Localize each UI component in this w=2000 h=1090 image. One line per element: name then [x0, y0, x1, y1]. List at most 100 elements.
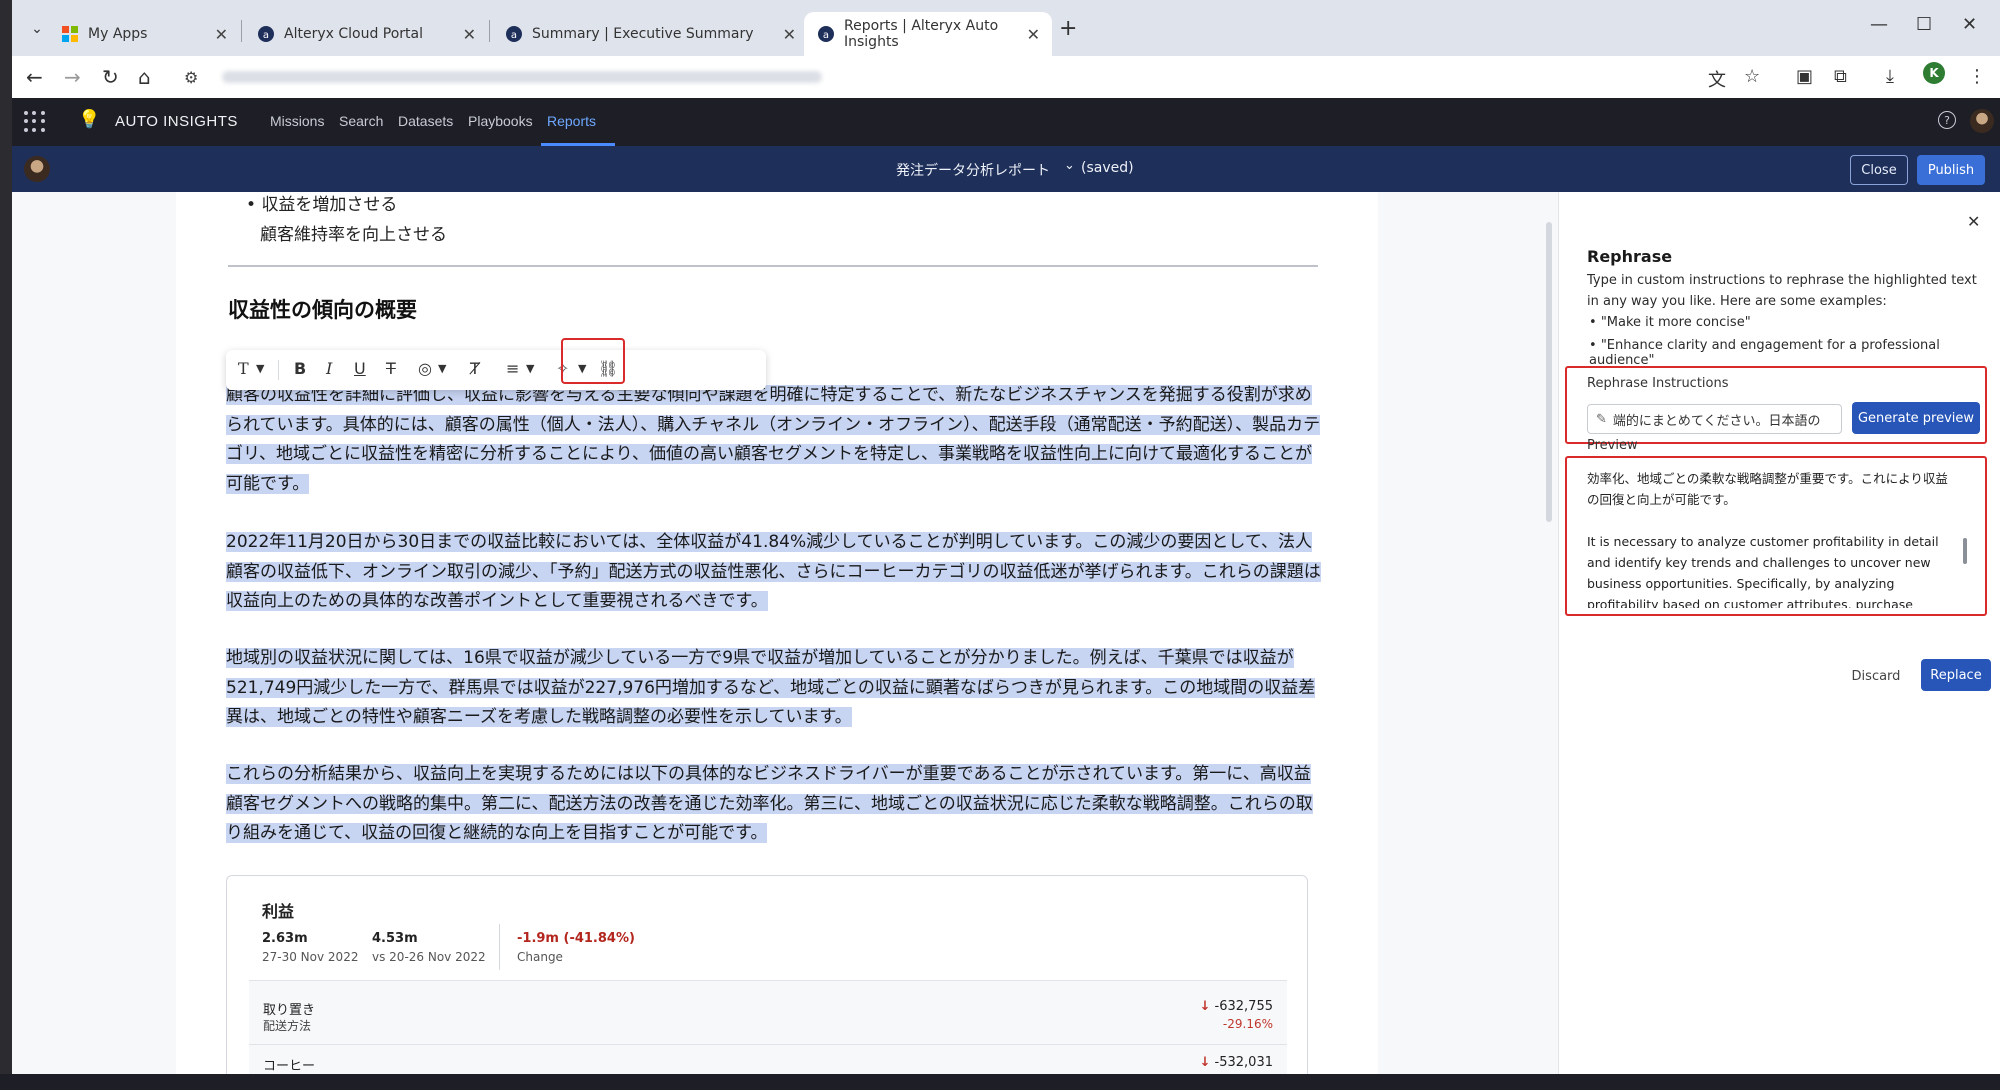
card-title: 利益: [262, 902, 295, 921]
strikethrough-icon[interactable]: T: [386, 359, 396, 378]
alteryx-icon: a: [818, 26, 834, 42]
tab-title: Alteryx Cloud Portal: [284, 26, 424, 42]
minimize-icon[interactable]: —: [1870, 14, 1888, 35]
puzzle-extensions-icon[interactable]: ⧉: [1834, 66, 1847, 87]
tab-separator: [241, 20, 242, 42]
tab-title: Reports | Alteryx Auto Insights: [844, 18, 999, 50]
kebab-menu-icon[interactable]: ⋮: [1968, 66, 1986, 87]
current-kpi: 2.63m 27-30 Nov 2022: [262, 931, 359, 964]
generate-preview-button[interactable]: Generate preview: [1852, 402, 1980, 434]
down-arrow-icon: ↓: [1199, 1055, 1211, 1070]
row-sublabel: 配送方法: [263, 1019, 312, 1033]
browser-tab-alteryx-cloud-portal[interactable]: a Alteryx Cloud Portal ✕: [244, 12, 488, 56]
kpi-divider: [499, 924, 500, 970]
align-icon[interactable]: ≡: [506, 359, 519, 378]
workspace: • 収益を増加させる 顧客維持率を向上させる 収益性の傾向の概要 顧客の収益性を…: [12, 192, 2000, 1090]
chevron-down-icon[interactable]: ⌄: [1064, 158, 1075, 173]
lightbulb-logo-icon: 💡: [78, 109, 101, 130]
tab-title: Summary | Executive Summary: [532, 26, 754, 42]
bold-icon[interactable]: B: [294, 359, 306, 378]
rephrase-panel: ✕ Rephrase Type in custom instructions t…: [1558, 192, 2000, 1074]
nav-search[interactable]: Search: [339, 113, 383, 129]
svg-text:a: a: [823, 30, 829, 41]
forward-arrow-icon[interactable]: →: [64, 65, 81, 89]
row-value: ↓ -532,031: [1199, 1055, 1273, 1070]
new-tab-plus-icon[interactable]: +: [1059, 16, 1077, 41]
down-arrow-icon: ↓: [1199, 999, 1211, 1014]
nav-reports[interactable]: Reports: [547, 113, 596, 129]
profile-avatar[interactable]: K: [1923, 62, 1945, 84]
clear-format-icon[interactable]: Ⱦ: [470, 359, 480, 378]
paragraph-4[interactable]: これらの分析結果から、収益向上を実現するためには以下の具体的なビジネスドライバー…: [226, 760, 1326, 849]
color-palette-icon[interactable]: ◎: [418, 359, 432, 378]
close-panel-icon[interactable]: ✕: [1967, 212, 1980, 231]
toolbar-divider: [278, 360, 279, 380]
browser-tab-my-apps[interactable]: My Apps ✕: [48, 12, 240, 56]
help-icon[interactable]: ?: [1938, 111, 1956, 129]
svg-text:a: a: [511, 30, 517, 41]
previous-kpi: 4.53m vs 20-26 Nov 2022: [372, 931, 486, 964]
ai-rephrase-highlight-box: [561, 338, 625, 384]
underline-icon[interactable]: U: [354, 359, 366, 378]
tab-separator: [489, 20, 490, 42]
save-status: (saved): [1081, 160, 1134, 176]
publish-button[interactable]: Publish: [1917, 155, 1985, 185]
example-item: • "Make it more concise": [1589, 315, 1751, 330]
row-label: コーヒー: [263, 1059, 316, 1074]
italic-icon[interactable]: I: [326, 359, 332, 378]
reload-icon[interactable]: ↻: [102, 65, 119, 89]
tab-title: My Apps: [88, 26, 148, 42]
paragraph-2[interactable]: 2022年11月20日から30日までの収益比較においては、全体収益が41.84%…: [226, 528, 1326, 617]
profit-insight-card[interactable]: 利益 2.63m 27-30 Nov 2022 4.53m vs 20-26 N…: [226, 875, 1308, 1090]
tab-close-icon[interactable]: ✕: [463, 25, 476, 44]
nav-playbooks[interactable]: Playbooks: [468, 113, 533, 129]
browser-tab-reports[interactable]: a Reports | Alteryx Auto Insights ✕: [804, 12, 1052, 56]
bookmark-star-icon[interactable]: ☆: [1744, 66, 1760, 87]
report-document[interactable]: • 収益を増加させる 顧客維持率を向上させる 収益性の傾向の概要 顧客の収益性を…: [176, 192, 1378, 1090]
report-header-bar: 発注データ分析レポート ⌄ (saved) Close Publish: [12, 146, 2000, 192]
download-icon[interactable]: ⤓: [1886, 66, 1894, 87]
edit-pencil-icon: ✎: [1596, 411, 1607, 427]
text-style-icon[interactable]: T: [238, 359, 249, 378]
back-arrow-icon[interactable]: ←: [26, 65, 43, 89]
rephrase-instructions-input[interactable]: ✎ 端的にまとめてください。日本語の: [1587, 404, 1842, 434]
tab-close-icon[interactable]: ✕: [215, 25, 228, 44]
browser-tab-executive-summary[interactable]: a Summary | Executive Summary ✕: [492, 12, 808, 56]
user-avatar[interactable]: [1970, 109, 1994, 133]
instructions-label: Rephrase Instructions: [1587, 376, 1729, 391]
document-scrollbar[interactable]: [1546, 222, 1552, 522]
url-text-blurred: [222, 71, 822, 83]
translate-icon[interactable]: 文: [1708, 66, 1726, 92]
preview-text: 効率化、地域ごとの柔軟な戦略調整が重要です。これにより収益の回復と向上が可能です…: [1587, 471, 1948, 608]
chevron-down-icon[interactable]: ▼: [256, 362, 264, 375]
list-item: 顧客維持率を向上させる: [260, 225, 447, 245]
report-title[interactable]: 発注データ分析レポート: [896, 160, 1050, 180]
home-icon[interactable]: ⌂: [138, 65, 151, 89]
tab-close-icon[interactable]: ✕: [1027, 25, 1040, 44]
replace-button[interactable]: Replace: [1921, 659, 1991, 691]
window-close-icon[interactable]: ✕: [1962, 14, 1977, 35]
alteryx-icon: a: [506, 26, 522, 42]
discard-button[interactable]: Discard: [1845, 660, 1907, 692]
section-heading: 収益性の傾向の概要: [228, 298, 417, 322]
url-omnibox[interactable]: ⚙: [184, 61, 1724, 93]
tab-close-icon[interactable]: ✕: [783, 25, 796, 44]
svg-text:a: a: [263, 30, 269, 41]
extension-badge-icon[interactable]: ▣: [1796, 66, 1813, 87]
browser-tab-bar: ⌄ My Apps ✕ a Alteryx Cloud Portal ✕ a S…: [12, 0, 2000, 56]
maximize-icon[interactable]: ☐: [1916, 14, 1932, 35]
nav-datasets[interactable]: Datasets: [398, 113, 453, 129]
list-item: • 収益を増加させる: [246, 195, 398, 215]
close-report-button[interactable]: Close: [1850, 155, 1908, 185]
paragraph-3[interactable]: 地域別の収益状況に関しては、16県で収益が減少している一方で9県で収益が増加して…: [226, 644, 1326, 733]
table-row[interactable]: 取り置き 配送方法 ↓ -632,755 -29.16%: [249, 980, 1287, 1044]
paragraph-1[interactable]: 顧客の収益性を詳細に評価し、収益に影響を与える主要な傾向や課題を明確に特定するこ…: [226, 381, 1326, 499]
site-settings-icon[interactable]: ⚙: [184, 68, 212, 87]
chevron-down-icon[interactable]: ▼: [526, 362, 534, 375]
app-grid-icon[interactable]: [24, 111, 46, 133]
preview-scrollbar[interactable]: [1963, 538, 1967, 564]
chevron-down-icon[interactable]: ▼: [438, 362, 446, 375]
preview-textarea[interactable]: 効率化、地域ごとの柔軟な戦略調整が重要です。これにより収益の回復と向上が可能です…: [1579, 460, 1985, 608]
nav-missions[interactable]: Missions: [270, 113, 324, 129]
panel-title: Rephrase: [1587, 247, 1673, 266]
